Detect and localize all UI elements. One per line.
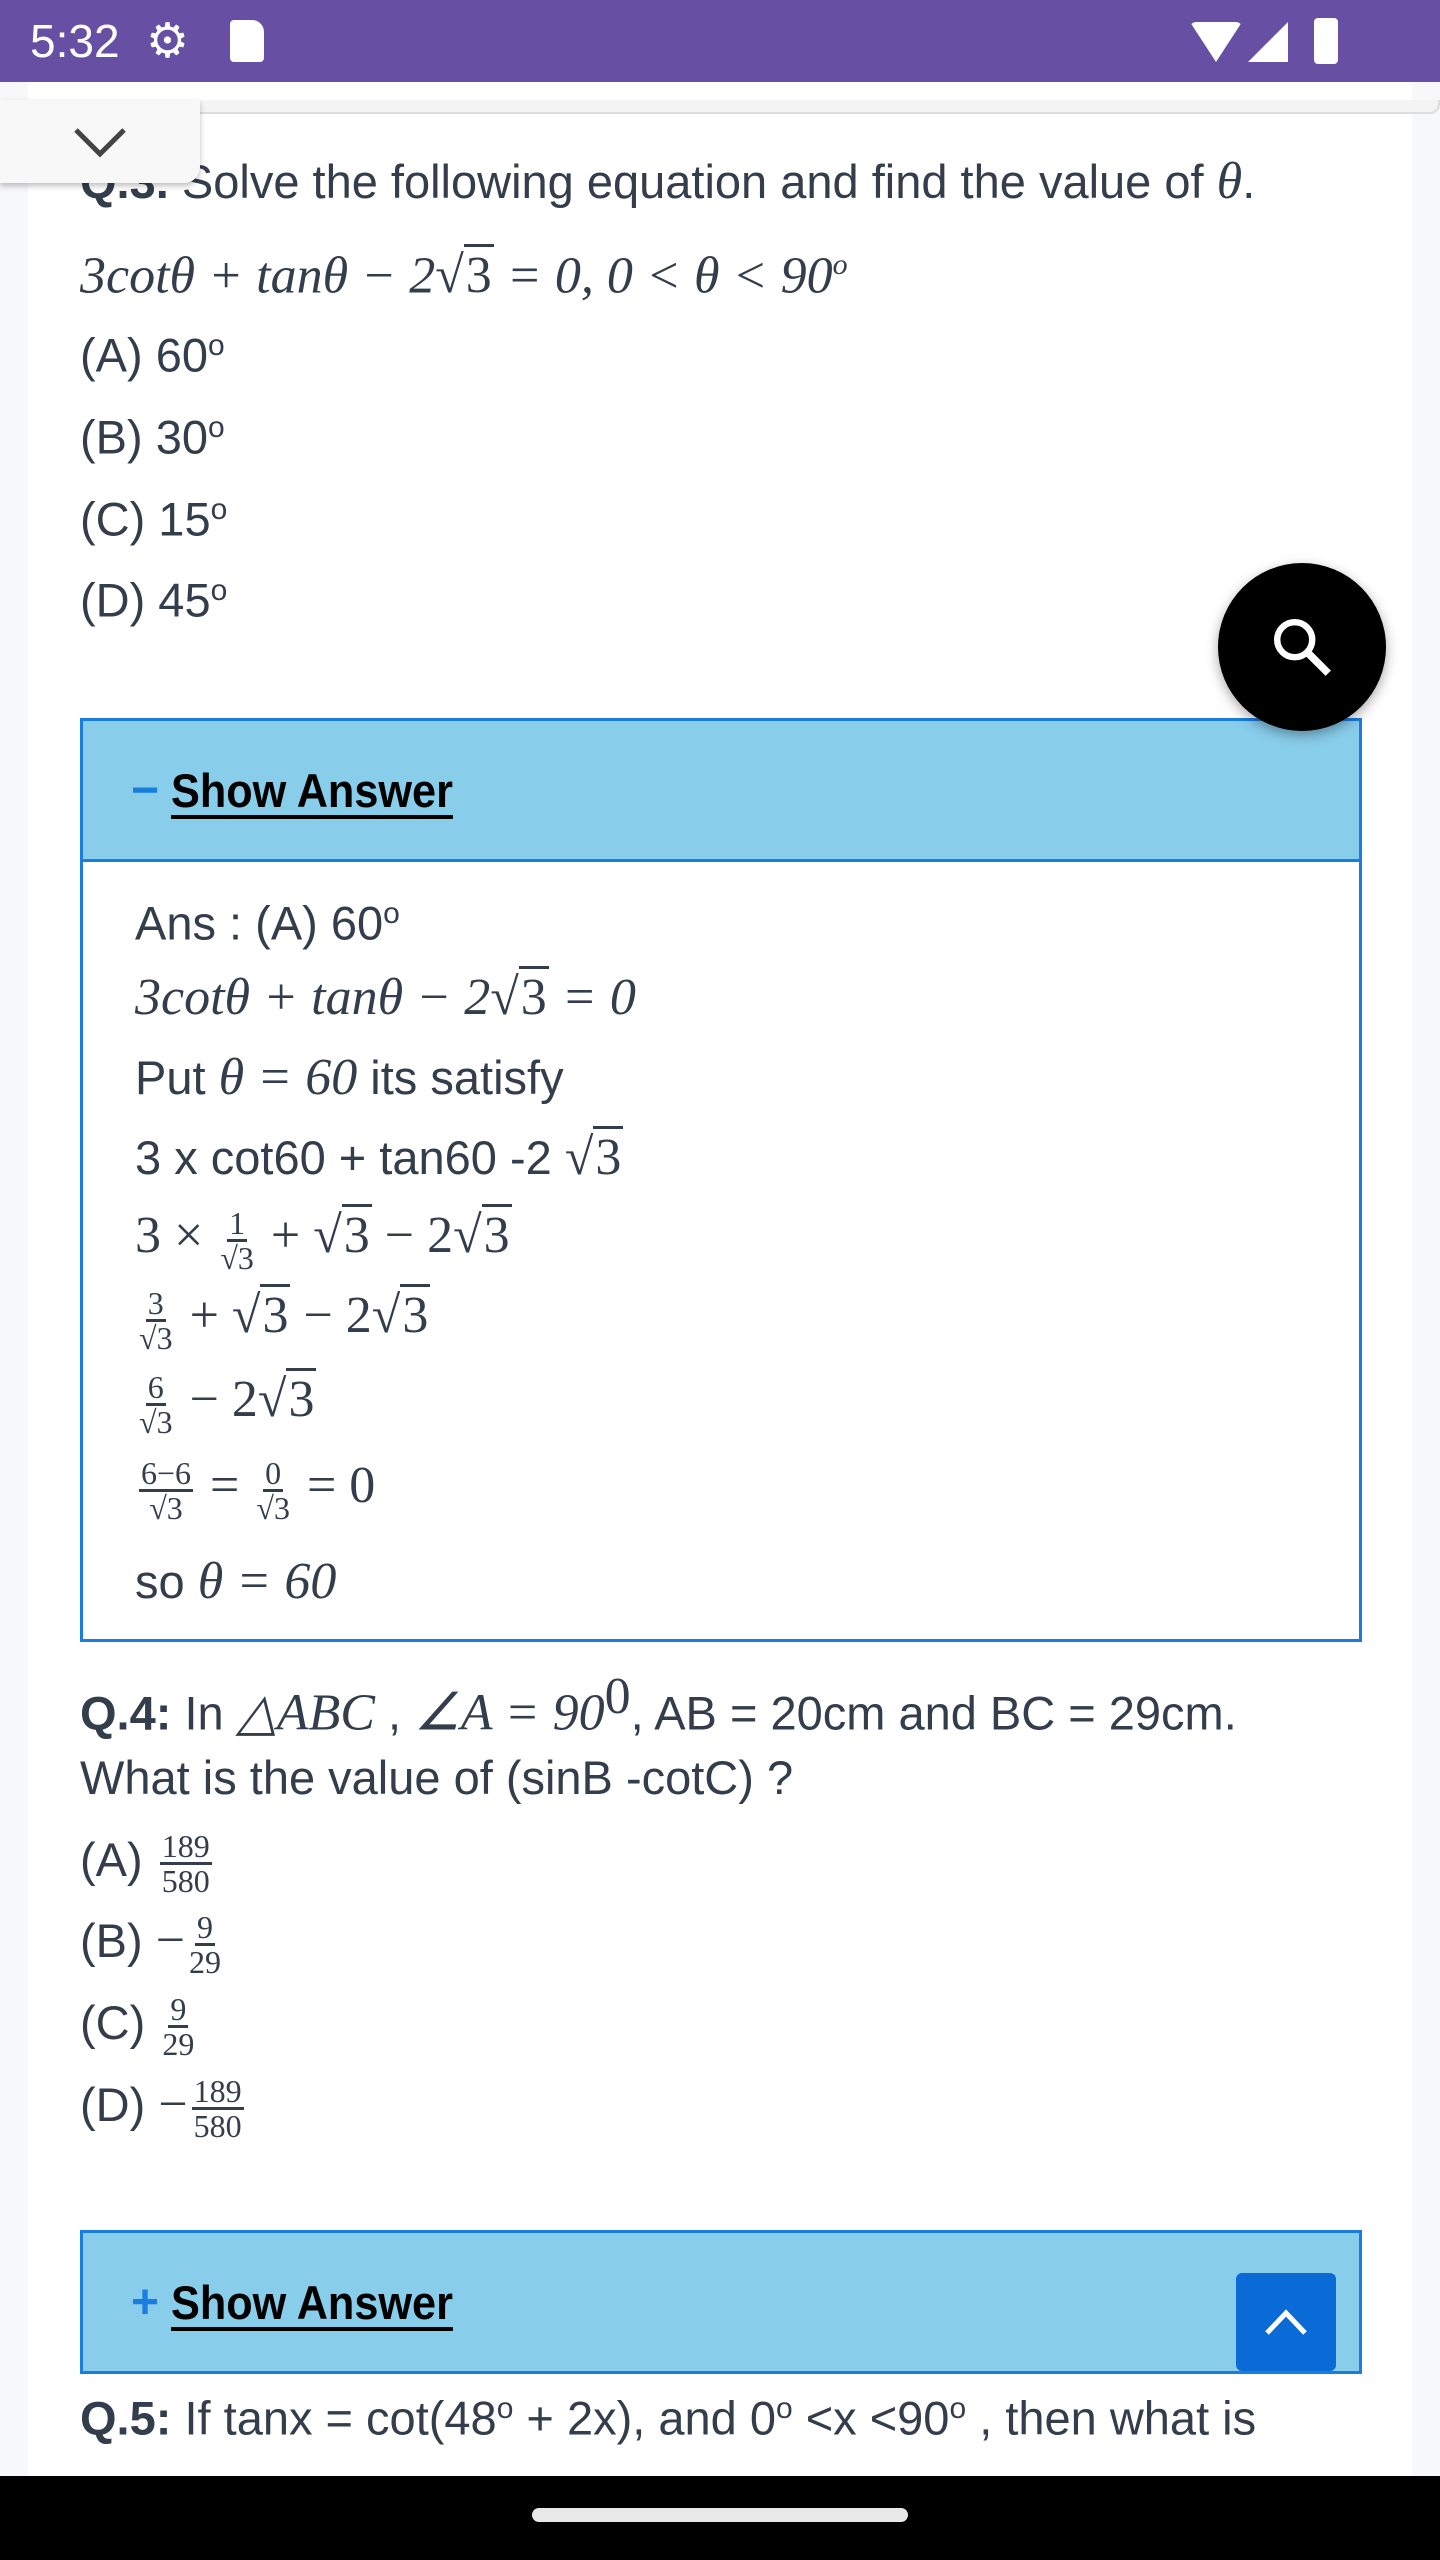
answer-panel-q4: + Show Answer — [80, 2230, 1362, 2374]
answer-line: 3 √3 + √3 − 2√3 — [139, 1284, 431, 1356]
option-d: (D) −189 580 — [80, 2073, 244, 2145]
answer-line: 3cotθ + tanθ − 2√3 = 0 — [135, 966, 636, 1028]
answer-line: 6−6 √3 = 0 √3 = 0 — [139, 1454, 376, 1526]
question-4-text: Q.4: In △ABC , ∠A = 900, AB = 20cm and B… — [80, 1668, 1237, 1742]
battery-icon — [1314, 18, 1338, 64]
status-bar: 5:32 ⚙ — [0, 0, 1440, 82]
signal-icon — [1248, 22, 1288, 62]
minus-icon: − — [131, 763, 160, 817]
search-icon — [1274, 619, 1331, 676]
chevron-down-icon — [74, 127, 126, 158]
option-c: (C) 15o — [80, 492, 228, 546]
scroll-to-top-button[interactable] — [1236, 2273, 1336, 2371]
wifi-icon — [1190, 22, 1242, 62]
answer-line: 6 √3 − 2√3 — [139, 1368, 317, 1440]
answer-line: 3 × 1 √3 + √3 − 2√3 — [135, 1204, 512, 1276]
question-3-text: Q.3. Solve the following equation and fi… — [80, 153, 1256, 210]
show-answer-toggle[interactable]: + Show Answer — [83, 2233, 1359, 2371]
answer-line: Ans : (A) 60o — [135, 896, 400, 950]
option-b: (B) 30o — [80, 410, 225, 464]
show-answer-toggle[interactable]: − Show Answer — [83, 721, 1359, 859]
answer-line: so θ = 60 — [135, 1553, 337, 1610]
collapse-toolbar-button[interactable] — [0, 100, 200, 183]
question-5-text: Q.5: If tanx = cot(48o + 2x), and 0o <x … — [80, 2391, 1257, 2445]
option-d: (D) 45o — [80, 573, 228, 627]
gear-icon: ⚙ — [146, 15, 190, 68]
option-c: (C) 9 29 — [80, 1991, 195, 2063]
answer-line: 3 x cot60 + tan60 -2 √3 — [135, 1126, 624, 1188]
search-button[interactable] — [1218, 563, 1386, 731]
question-4-line2: What is the value of (sinB -cotC) ? — [80, 1751, 794, 1804]
option-a: (A) 189 580 — [80, 1828, 212, 1900]
question-3-equation: 3cotθ + tanθ − 2√3 = 0, 0 < θ < 90o — [80, 235, 848, 306]
clock: 5:32 — [30, 15, 120, 67]
answer-panel-q3: − Show Answer Ans : (A) 60o 3cotθ + tanθ… — [80, 718, 1362, 1642]
home-gesture-handle[interactable] — [532, 2508, 908, 2522]
top-panel-edge — [196, 100, 1440, 114]
sd-card-icon — [230, 20, 264, 62]
plus-icon: + — [131, 2275, 160, 2329]
option-b: (B) −9 29 — [80, 1909, 222, 1981]
option-a: (A) 60o — [80, 328, 225, 382]
answer-line: Put θ = 60 its satisfy — [135, 1049, 564, 1106]
answer-body: Ans : (A) 60o 3cotθ + tanθ − 2√3 = 0 Put… — [83, 859, 1359, 1639]
chevron-up-icon — [1265, 2309, 1307, 2335]
